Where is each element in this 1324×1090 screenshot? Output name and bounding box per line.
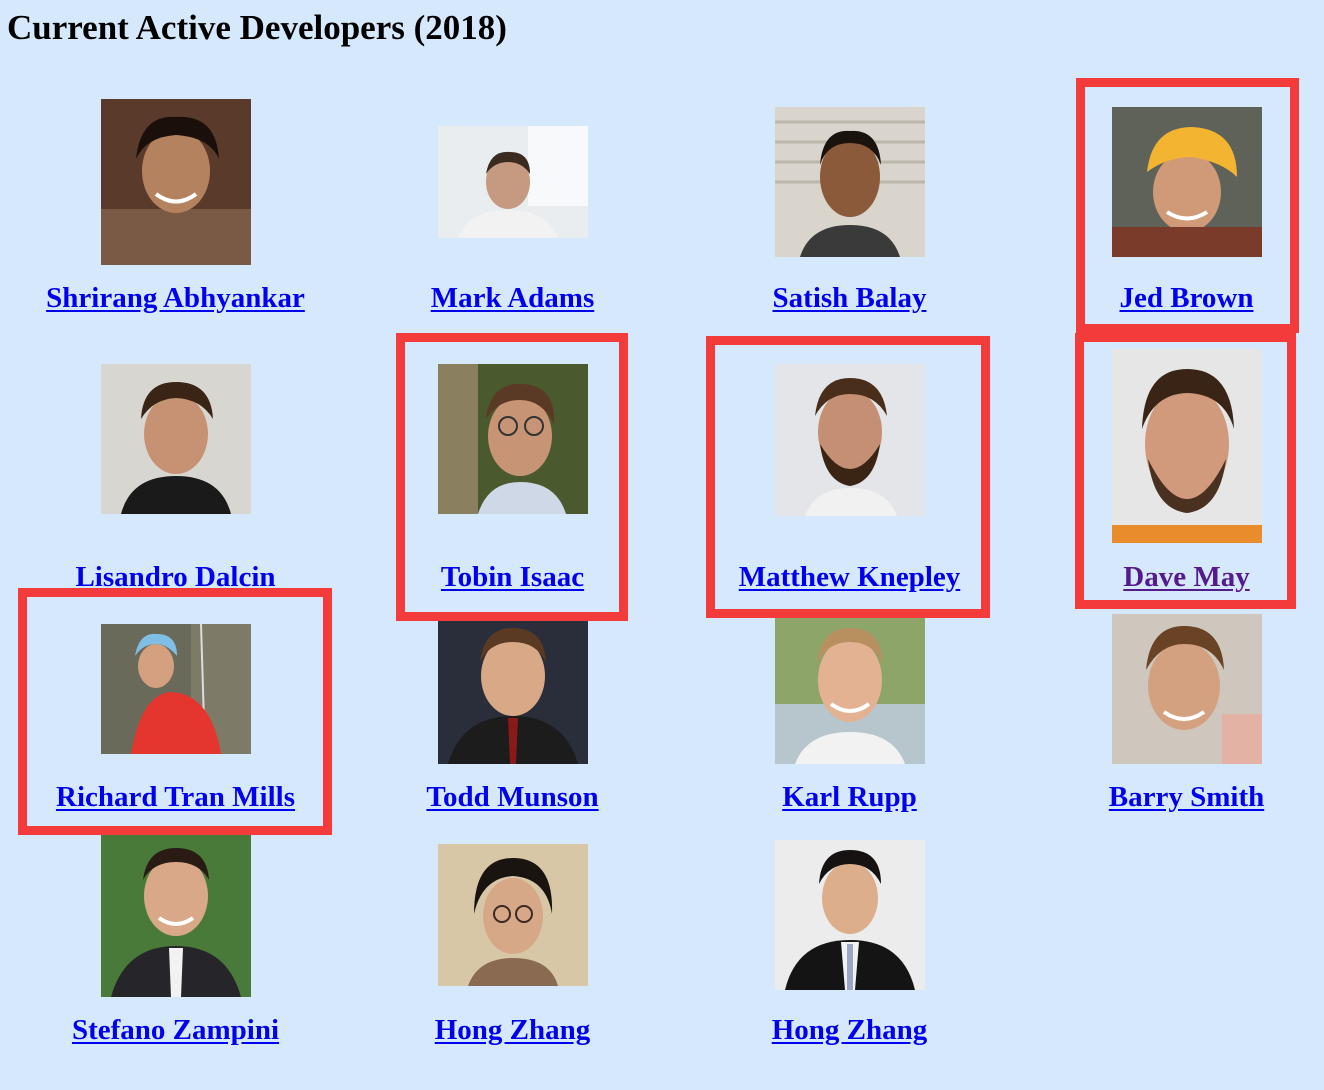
developer-photo[interactable] — [438, 844, 588, 986]
developer-photo[interactable] — [775, 107, 925, 257]
developer-link[interactable]: Satish Balay — [681, 280, 1018, 316]
developer-photo[interactable] — [438, 126, 588, 238]
developer-photo[interactable] — [438, 614, 588, 764]
developer-link[interactable]: Todd Munson — [344, 779, 681, 815]
highlight-box — [18, 588, 332, 835]
developer-link[interactable]: Karl Rupp — [681, 779, 1018, 815]
developer-photo[interactable] — [101, 834, 251, 997]
developer-link[interactable]: Barry Smith — [1018, 779, 1324, 815]
developer-link[interactable]: Stefano Zampini — [7, 1012, 344, 1048]
developer-photo[interactable] — [775, 614, 925, 764]
developer-photo[interactable] — [775, 840, 925, 990]
highlight-box — [396, 333, 628, 621]
developer-photo[interactable] — [1112, 614, 1262, 764]
developer-link[interactable]: Hong Zhang — [681, 1012, 1018, 1048]
developer-photo[interactable] — [101, 99, 251, 265]
page-title: Current Active Developers (2018) — [7, 8, 507, 47]
highlight-box — [706, 336, 990, 618]
highlight-box — [1075, 333, 1296, 609]
developer-link[interactable]: Hong Zhang — [344, 1012, 681, 1048]
highlight-box — [1076, 78, 1299, 333]
developer-photo[interactable] — [101, 364, 251, 514]
developer-link[interactable]: Mark Adams — [344, 280, 681, 316]
developer-link[interactable]: Shrirang Abhyankar — [7, 280, 344, 316]
